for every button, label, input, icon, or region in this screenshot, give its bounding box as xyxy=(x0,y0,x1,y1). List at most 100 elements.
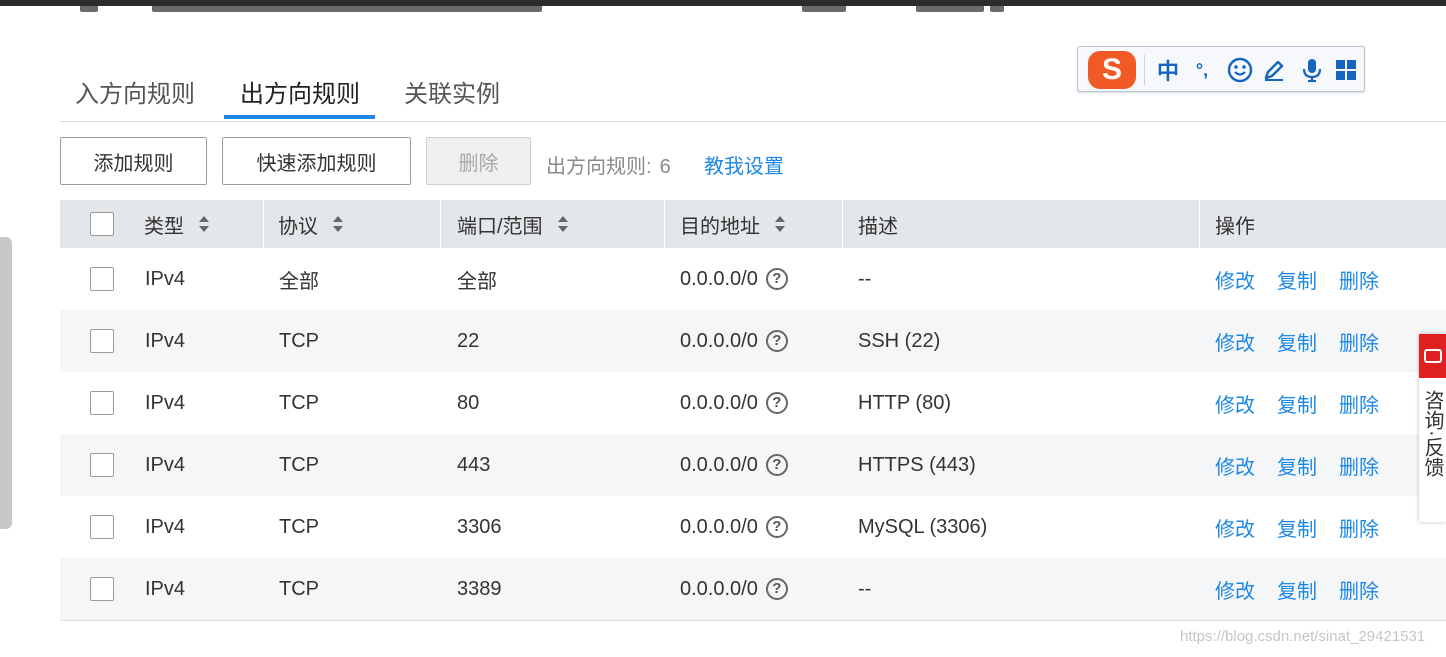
table-header: 类型 协议 端口/范围 目的地址 描述 操作 xyxy=(60,200,1446,248)
table-row: IPv4 TCP 3306 0.0.0.0/0? MySQL (3306) 修改 复制 删除 xyxy=(60,496,1446,558)
cell-port: 全部 xyxy=(457,270,497,293)
cell-protocol: TCP xyxy=(279,391,319,414)
quick-add-rule-button[interactable]: 快速添加规则 xyxy=(222,137,411,185)
delete-link[interactable]: 删除 xyxy=(1339,265,1379,294)
cell-type: IPv4 xyxy=(145,391,186,414)
cell-port: 80 xyxy=(457,391,480,414)
cell-port: 3389 xyxy=(457,577,502,600)
help-icon[interactable]: ? xyxy=(765,578,788,600)
pen-icon[interactable] xyxy=(1260,55,1288,85)
grid-icon[interactable] xyxy=(1332,55,1360,85)
edit-link[interactable]: 修改 xyxy=(1215,513,1255,542)
table-row: IPv4 全部 全部 0.0.0.0/0? -- 修改 复制 删除 xyxy=(60,248,1446,310)
cell-actions: 修改 复制 删除 xyxy=(1215,558,1401,620)
sogou-logo-icon[interactable]: S xyxy=(1088,51,1136,89)
delete-link[interactable]: 删除 xyxy=(1339,575,1379,604)
cell-description: HTTPS (443) xyxy=(858,453,976,476)
ime-mode-toggle[interactable]: 中 xyxy=(1154,55,1182,85)
cell-destination: 0.0.0.0/0? xyxy=(680,372,788,434)
cell-type: IPv4 xyxy=(145,515,186,538)
row-checkbox[interactable] xyxy=(90,329,114,353)
sort-icon[interactable] xyxy=(332,214,344,234)
help-setup-link[interactable]: 教我设置 xyxy=(704,150,784,179)
cell-description: MySQL (3306) xyxy=(858,515,988,538)
cell-description: HTTP (80) xyxy=(858,391,951,414)
help-icon[interactable]: ? xyxy=(765,454,788,476)
header-protocol[interactable]: 协议 xyxy=(278,200,344,248)
rule-count-value: 6 xyxy=(659,156,671,178)
cell-description: SSH (22) xyxy=(858,329,941,352)
row-checkbox[interactable] xyxy=(90,453,114,477)
delete-link[interactable]: 删除 xyxy=(1339,513,1379,542)
scrollbar-thumb[interactable] xyxy=(0,237,12,529)
cell-type: IPv4 xyxy=(145,577,186,600)
copy-link[interactable]: 复制 xyxy=(1277,451,1317,480)
watermark: https://blog.csdn.net/sinat_29421531 xyxy=(1180,628,1426,645)
edit-link[interactable]: 修改 xyxy=(1215,575,1255,604)
cell-type: IPv4 xyxy=(145,453,186,476)
rule-count-label: 出方向规则: xyxy=(546,156,652,178)
active-tab-indicator xyxy=(224,115,375,119)
cell-destination: 0.0.0.0/0? xyxy=(680,310,788,372)
header-port-range[interactable]: 端口/范围 xyxy=(457,200,569,248)
copy-link[interactable]: 复制 xyxy=(1277,513,1317,542)
copy-link[interactable]: 复制 xyxy=(1277,265,1317,294)
cell-type: IPv4 xyxy=(145,267,186,290)
clipped-top-content xyxy=(0,6,1446,14)
cell-actions: 修改 复制 删除 xyxy=(1215,496,1401,558)
delete-link[interactable]: 删除 xyxy=(1339,327,1379,356)
sort-icon[interactable] xyxy=(198,214,210,234)
delete-link[interactable]: 删除 xyxy=(1339,451,1379,480)
cell-destination: 0.0.0.0/0? xyxy=(680,434,788,496)
smiley-icon[interactable] xyxy=(1226,55,1254,85)
outbound-rule-count: 出方向规则: 6 xyxy=(546,150,671,179)
help-icon[interactable]: ? xyxy=(765,392,788,414)
cell-actions: 修改 复制 删除 xyxy=(1215,434,1401,496)
cell-protocol: TCP xyxy=(279,515,319,538)
table-row: IPv4 TCP 80 0.0.0.0/0? HTTP (80) 修改 复制 删除 xyxy=(60,372,1446,434)
cell-protocol: TCP xyxy=(279,453,319,476)
row-checkbox[interactable] xyxy=(90,577,114,601)
edit-link[interactable]: 修改 xyxy=(1215,265,1255,294)
cell-type: IPv4 xyxy=(145,329,186,352)
select-all-checkbox[interactable] xyxy=(90,212,114,236)
table-row: IPv4 TCP 443 0.0.0.0/0? HTTPS (443) 修改 复制 删除 xyxy=(60,434,1446,496)
edit-link[interactable]: 修改 xyxy=(1215,389,1255,418)
tab-inbound-rules[interactable]: 入方向规则 xyxy=(75,74,195,120)
sort-icon[interactable] xyxy=(557,214,569,234)
row-checkbox[interactable] xyxy=(90,391,114,415)
table-row: IPv4 TCP 22 0.0.0.0/0? SSH (22) 修改 复制 删除 xyxy=(60,310,1446,372)
table-row: IPv4 TCP 3389 0.0.0.0/0? -- 修改 复制 删除 xyxy=(60,558,1446,620)
copy-link[interactable]: 复制 xyxy=(1277,389,1317,418)
cell-destination: 0.0.0.0/0? xyxy=(680,558,788,620)
header-type[interactable]: 类型 xyxy=(144,200,210,248)
help-icon[interactable]: ? xyxy=(765,268,788,290)
tab-associated-instances[interactable]: 关联实例 xyxy=(404,74,500,120)
edit-link[interactable]: 修改 xyxy=(1215,327,1255,356)
copy-link[interactable]: 复制 xyxy=(1277,327,1317,356)
cell-destination: 0.0.0.0/0? xyxy=(680,248,788,310)
help-icon[interactable]: ? xyxy=(765,516,788,538)
help-icon[interactable]: ? xyxy=(765,330,788,352)
row-checkbox[interactable] xyxy=(90,267,114,291)
cell-port: 22 xyxy=(457,329,480,352)
cell-actions: 修改 复制 删除 xyxy=(1215,248,1401,310)
cell-actions: 修改 复制 删除 xyxy=(1215,310,1401,372)
cell-protocol: 全部 xyxy=(279,270,319,293)
tab-outbound-rules[interactable]: 出方向规则 xyxy=(240,74,360,120)
microphone-icon[interactable] xyxy=(1298,55,1326,85)
ime-punctuation-toggle[interactable]: °, xyxy=(1188,55,1216,85)
sort-icon[interactable] xyxy=(774,214,786,234)
header-destination[interactable]: 目的地址 xyxy=(680,200,786,248)
feedback-widget[interactable]: 咨询·反馈 xyxy=(1419,334,1446,522)
copy-link[interactable]: 复制 xyxy=(1277,575,1317,604)
delete-link[interactable]: 删除 xyxy=(1339,389,1379,418)
add-rule-button[interactable]: 添加规则 xyxy=(60,137,207,185)
edit-link[interactable]: 修改 xyxy=(1215,451,1255,480)
chat-bubble-icon[interactable] xyxy=(1419,334,1446,378)
row-checkbox[interactable] xyxy=(90,515,114,539)
feedback-label[interactable]: 咨询·反馈 xyxy=(1421,390,1445,477)
cell-destination: 0.0.0.0/0? xyxy=(680,496,788,558)
delete-button[interactable]: 删除 xyxy=(426,137,531,185)
cell-actions: 修改 复制 删除 xyxy=(1215,372,1401,434)
